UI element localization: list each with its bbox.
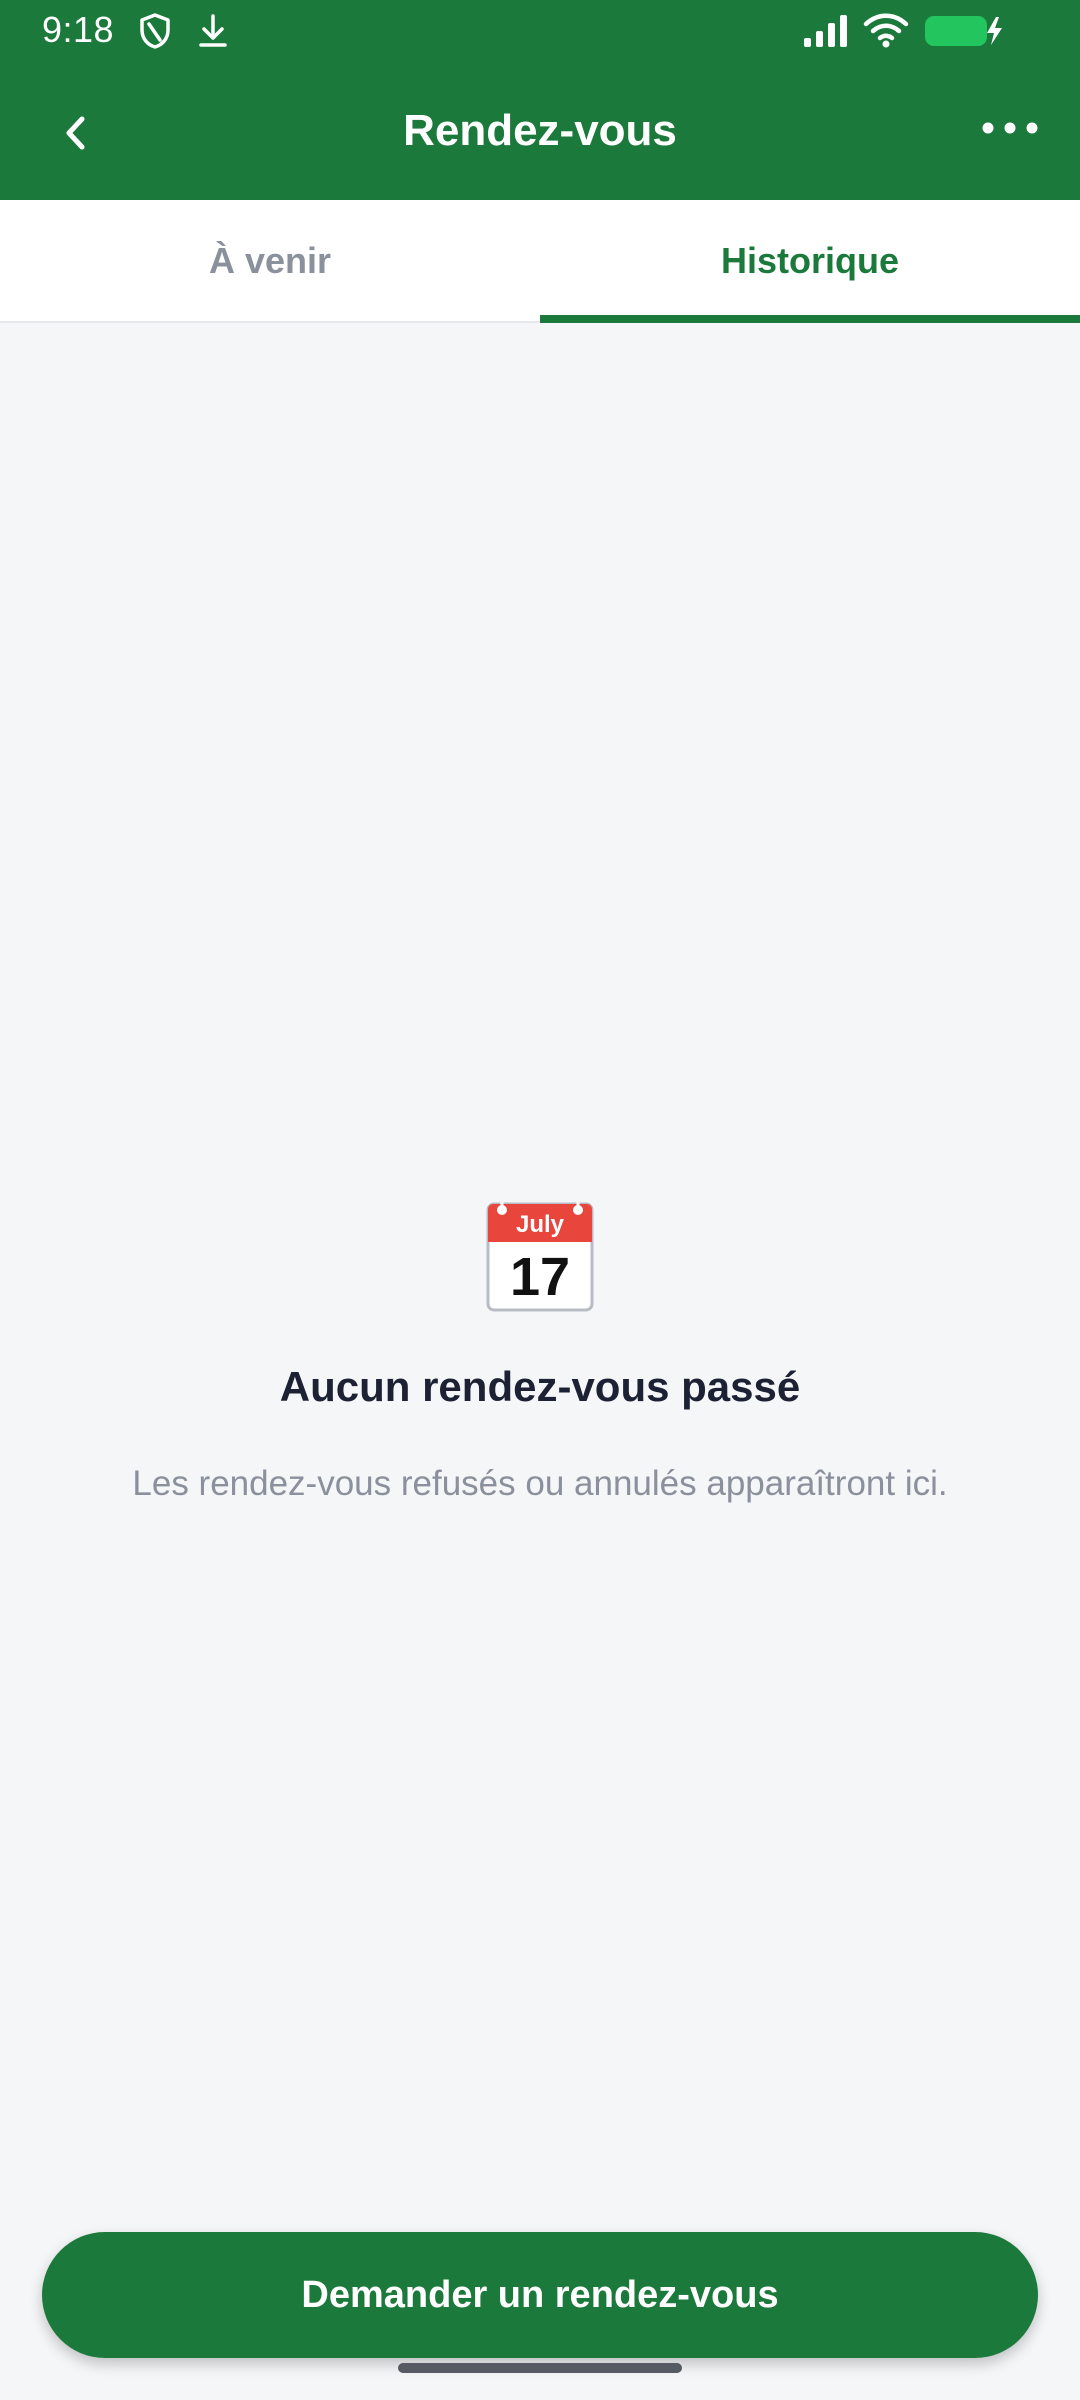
tab-bar: À venir Historique	[0, 200, 1080, 323]
active-tab-indicator	[540, 315, 1080, 323]
download-icon	[199, 14, 227, 47]
status-bar: 9:18	[0, 0, 1080, 60]
calendar-day: 17	[510, 1247, 570, 1307]
empty-state-subtitle: Les rendez-vous refusés ou annulés appar…	[132, 1464, 948, 1503]
status-time: 9:18	[42, 9, 115, 50]
calendar-icon: July 17	[486, 1202, 594, 1312]
tab-upcoming[interactable]: À venir	[0, 200, 540, 321]
app-bar: Rendez-vous	[0, 60, 1080, 200]
home-indicator[interactable]	[398, 2363, 682, 2373]
page-title: Rendez-vous	[403, 106, 677, 155]
empty-state-title: Aucun rendez-vous passé	[279, 1363, 801, 1410]
battery-charging-icon	[925, 16, 1002, 46]
tab-history[interactable]: Historique	[540, 200, 1080, 321]
wifi-icon	[863, 13, 909, 48]
request-appointment-button[interactable]: Demander un rendez-vous	[42, 2232, 1038, 2358]
more-options-button[interactable]	[965, 98, 1055, 158]
more-horizontal-icon	[982, 122, 1038, 134]
shield-icon	[140, 13, 170, 49]
calendar-month: July	[516, 1211, 565, 1238]
signal-icon	[804, 15, 847, 47]
